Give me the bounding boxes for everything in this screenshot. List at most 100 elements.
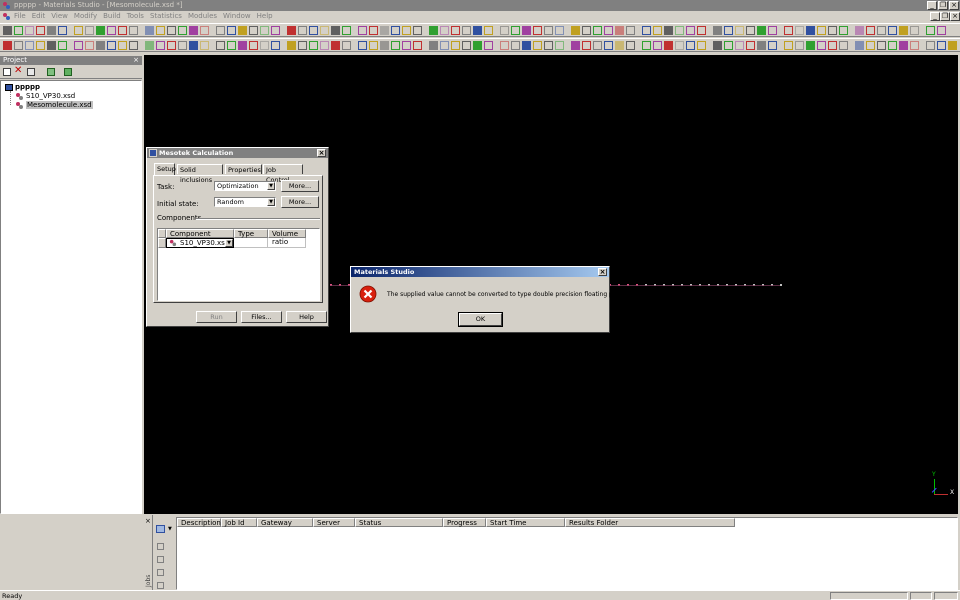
toolbar-icon[interactable] bbox=[3, 26, 12, 35]
toolbar-icon[interactable] bbox=[522, 41, 531, 50]
toolbar-icon[interactable] bbox=[47, 41, 56, 50]
toolbar-icon[interactable] bbox=[484, 41, 493, 50]
toolbar-icon[interactable] bbox=[888, 41, 897, 50]
toolbar-icon[interactable] bbox=[877, 41, 886, 50]
menu-modify[interactable]: Modify bbox=[74, 12, 97, 20]
toolbar-icon[interactable] bbox=[74, 41, 83, 50]
jobs-view-icon[interactable] bbox=[156, 525, 165, 533]
help-button[interactable]: Help bbox=[286, 311, 327, 323]
doc-close-button[interactable]: × bbox=[950, 12, 960, 21]
toolbar-icon[interactable] bbox=[3, 41, 12, 50]
toolbar-icon[interactable] bbox=[402, 26, 411, 35]
tab-job-control[interactable]: Job Control bbox=[263, 164, 303, 184]
toolbar-icon[interactable] bbox=[626, 41, 635, 50]
toolbar-icon[interactable] bbox=[331, 26, 340, 35]
toolbar-icon[interactable] bbox=[653, 26, 662, 35]
toolbar-icon[interactable] bbox=[451, 41, 460, 50]
toolbar-icon[interactable] bbox=[697, 41, 706, 50]
task-select[interactable]: Optimization ▼ bbox=[214, 181, 276, 191]
toolbar-icon[interactable] bbox=[260, 41, 269, 50]
toolbar-icon[interactable] bbox=[358, 41, 367, 50]
toolbar-icon[interactable] bbox=[877, 26, 886, 35]
toolbar-icon[interactable] bbox=[593, 41, 602, 50]
toolbar-icon[interactable] bbox=[271, 26, 280, 35]
tab-properties[interactable]: Properties bbox=[225, 164, 262, 174]
toolbar-icon[interactable] bbox=[129, 41, 138, 50]
chevron-down-icon[interactable]: ▼ bbox=[225, 239, 233, 247]
toolbar-icon[interactable] bbox=[107, 26, 116, 35]
toolbar-icon[interactable] bbox=[746, 41, 755, 50]
toolbar-icon[interactable] bbox=[25, 41, 34, 50]
tree-item-selected[interactable]: Mesomolecule.xsd bbox=[15, 101, 93, 110]
toolbar-icon[interactable] bbox=[85, 41, 94, 50]
toolbar-icon[interactable] bbox=[260, 26, 269, 35]
toolbar-icon[interactable] bbox=[724, 41, 733, 50]
doc-restore-button[interactable]: ❐ bbox=[940, 12, 950, 21]
close-button[interactable]: × bbox=[949, 1, 959, 10]
minimize-button[interactable]: _ bbox=[927, 1, 937, 10]
chevron-down-icon[interactable]: ▼ bbox=[168, 526, 172, 532]
toolbar-icon[interactable] bbox=[85, 26, 94, 35]
toolbar-icon[interactable] bbox=[331, 41, 340, 50]
toolbar-icon[interactable] bbox=[582, 41, 591, 50]
toolbar-icon[interactable] bbox=[593, 26, 602, 35]
toolbar-icon[interactable] bbox=[839, 41, 848, 50]
files-button[interactable]: Files... bbox=[241, 311, 282, 323]
toolbar-icon[interactable] bbox=[440, 41, 449, 50]
toolbar-icon[interactable] bbox=[216, 41, 225, 50]
toolbar-icon[interactable] bbox=[440, 26, 449, 35]
toolbar-icon[interactable] bbox=[178, 26, 187, 35]
toolbar-icon[interactable] bbox=[74, 26, 83, 35]
menu-help[interactable]: Help bbox=[257, 12, 273, 20]
toolbar-icon[interactable] bbox=[391, 26, 400, 35]
toolbar-icon[interactable] bbox=[615, 41, 624, 50]
toolbar-icon[interactable] bbox=[473, 26, 482, 35]
toolbar-icon[interactable] bbox=[25, 26, 34, 35]
toolbar-icon[interactable] bbox=[298, 41, 307, 50]
toolbar-icon[interactable] bbox=[58, 26, 67, 35]
toolbar-icon[interactable] bbox=[156, 41, 165, 50]
toolbar-icon[interactable] bbox=[189, 26, 198, 35]
toolbar-icon[interactable] bbox=[145, 26, 154, 35]
toolbar-icon[interactable] bbox=[342, 41, 351, 50]
toolbar-icon[interactable] bbox=[451, 26, 460, 35]
toolbar-icon[interactable] bbox=[227, 26, 236, 35]
toolbar-icon[interactable] bbox=[462, 26, 471, 35]
toolbar-icon[interactable] bbox=[309, 41, 318, 50]
toolbar-icon[interactable] bbox=[757, 41, 766, 50]
column-status[interactable]: Status bbox=[355, 518, 443, 527]
toolbar-icon[interactable] bbox=[249, 41, 258, 50]
toolbar-icon[interactable] bbox=[189, 41, 198, 50]
toolbar-icon[interactable] bbox=[145, 41, 154, 50]
column-results-folder[interactable]: Results Folder bbox=[565, 518, 735, 527]
initial-state-select[interactable]: Random ▼ bbox=[214, 197, 276, 207]
initial-state-more-button[interactable]: More... bbox=[281, 196, 319, 208]
type-cell[interactable] bbox=[234, 238, 268, 248]
toolbar-icon[interactable] bbox=[555, 41, 564, 50]
toolbar-icon[interactable] bbox=[429, 26, 438, 35]
toolbar-icon[interactable] bbox=[200, 41, 209, 50]
toolbar-icon[interactable] bbox=[391, 41, 400, 50]
toolbar-icon[interactable] bbox=[156, 26, 165, 35]
toolbar-icon[interactable] bbox=[380, 26, 389, 35]
menu-build[interactable]: Build bbox=[103, 12, 121, 20]
toolbar-icon[interactable] bbox=[795, 26, 804, 35]
toolbar-icon[interactable] bbox=[249, 26, 258, 35]
tab-setup[interactable]: Setup bbox=[154, 163, 176, 175]
toolbar-icon[interactable] bbox=[664, 41, 673, 50]
toolbar-icon[interactable] bbox=[795, 41, 804, 50]
tab-solid-inclusions[interactable]: Solid inclusions bbox=[177, 164, 223, 184]
ok-button[interactable]: OK bbox=[458, 312, 503, 327]
toolbar-icon[interactable] bbox=[839, 26, 848, 35]
menu-window[interactable]: Window bbox=[223, 12, 251, 20]
toolbar-icon[interactable] bbox=[686, 26, 695, 35]
toolbar-icon[interactable] bbox=[36, 41, 45, 50]
toolbar-icon[interactable] bbox=[664, 26, 673, 35]
toolbar-icon[interactable] bbox=[675, 41, 684, 50]
toolbar-icon[interactable] bbox=[817, 26, 826, 35]
toolbar-icon[interactable] bbox=[735, 26, 744, 35]
toolbar-icon[interactable] bbox=[713, 26, 722, 35]
menu-tools[interactable]: Tools bbox=[127, 12, 144, 20]
toolbar-icon[interactable] bbox=[473, 41, 482, 50]
toolbar-icon[interactable] bbox=[369, 41, 378, 50]
